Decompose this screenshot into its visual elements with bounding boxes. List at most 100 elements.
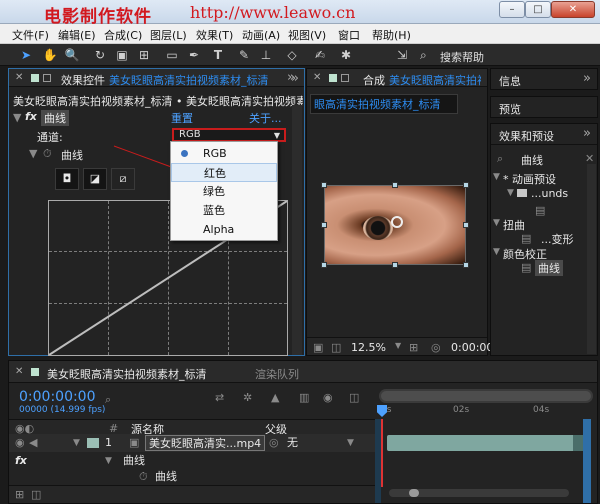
property-row-label[interactable]: 曲线 xyxy=(155,468,177,486)
close-tab-icon[interactable]: ✕ xyxy=(15,72,23,83)
timeline-search-icon[interactable]: ⌕ xyxy=(105,393,111,407)
panel-scrollbar[interactable] xyxy=(587,164,596,354)
rectangle-tool-icon[interactable]: ▭ xyxy=(164,47,180,63)
fx-icon[interactable]: fx xyxy=(25,110,37,123)
menu-file[interactable]: 文件(F) xyxy=(12,27,49,43)
effects-presets-tab[interactable]: 效果和预设 xyxy=(499,128,554,144)
always-preview-icon[interactable]: ▣ xyxy=(313,341,323,354)
roto-brush-tool-icon[interactable]: ✍ xyxy=(312,47,328,63)
tree-item-transform[interactable]: ...变形 xyxy=(541,231,574,247)
zoom-slider-thumb[interactable] xyxy=(409,489,419,497)
transform-handle[interactable] xyxy=(321,222,327,228)
workspace-menu-icon[interactable]: ⇲ xyxy=(394,47,410,63)
zoom-level[interactable]: 12.5% xyxy=(351,341,386,354)
eraser-tool-icon[interactable]: ◇ xyxy=(284,47,300,63)
menu-view[interactable]: 视图(V) xyxy=(288,27,326,43)
transform-handle[interactable] xyxy=(463,222,469,228)
expand-arrow-icon[interactable]: ▼ xyxy=(493,247,500,257)
text-tool-icon[interactable]: T xyxy=(210,47,226,63)
about-link[interactable]: 关于... xyxy=(249,110,282,126)
layer-name[interactable]: 美女眨眼高清实...mp4 xyxy=(145,435,266,451)
option-blue[interactable]: 蓝色 xyxy=(171,201,277,220)
motion-blur-icon[interactable]: ◉ xyxy=(323,391,333,404)
transform-handle[interactable] xyxy=(321,262,327,268)
curve-pencil-mode-button[interactable]: ◪ xyxy=(83,168,107,190)
anchor-point-icon[interactable] xyxy=(391,216,403,228)
layer-duration-bar[interactable] xyxy=(387,435,575,451)
expand-arrow-icon[interactable]: ▼ xyxy=(507,188,514,198)
render-queue-tab[interactable]: 渲染队列 xyxy=(255,366,299,382)
effects-search-input[interactable]: 曲线 xyxy=(521,152,543,168)
transform-handle[interactable] xyxy=(463,182,469,188)
mask-icon[interactable]: ◎ xyxy=(431,341,441,354)
composition-tab[interactable]: 合成 xyxy=(363,72,385,88)
menu-layer[interactable]: 图层(L) xyxy=(150,27,187,43)
transform-handle[interactable] xyxy=(463,262,469,268)
zoom-dropdown-icon[interactable]: ▼ xyxy=(395,341,401,350)
effect-controls-source[interactable]: 美女眨眼高清实拍视频素材_标清 xyxy=(109,72,279,88)
tree-item-curves[interactable]: 曲线 xyxy=(535,260,563,276)
lock-icon[interactable] xyxy=(341,74,349,82)
comp-mini-flowchart-icon[interactable]: ⇄ xyxy=(215,391,224,404)
current-time[interactable]: 0:00:00:00 xyxy=(19,389,96,405)
composition-subtab[interactable]: 眼高清实拍视频素材_标清 xyxy=(310,94,458,114)
tree-item-distort[interactable]: 扭曲 xyxy=(503,217,525,233)
puppet-tool-icon[interactable]: ✱ xyxy=(338,47,354,63)
playhead-line[interactable] xyxy=(381,419,383,487)
clone-stamp-tool-icon[interactable]: ⊥ xyxy=(258,47,274,63)
effect-controls-tab[interactable]: 效果控件 xyxy=(61,72,105,88)
toggle-switches-icon[interactable]: ⊞ xyxy=(15,488,24,501)
lock-icon[interactable] xyxy=(43,74,51,82)
option-rgb[interactable]: RGB xyxy=(171,144,277,163)
effect-name[interactable]: 曲线 xyxy=(41,110,69,126)
fx-panel-more-icon[interactable]: » xyxy=(291,71,299,86)
selection-tool-icon[interactable]: ➤ xyxy=(18,47,34,63)
option-red[interactable]: 红色 xyxy=(171,163,277,182)
pickwhip-icon[interactable]: ◎ xyxy=(269,434,279,452)
pen-tool-icon[interactable]: ✒ xyxy=(186,47,202,63)
channel-dropdown[interactable]: RGB ▼ xyxy=(172,128,286,142)
camera-tool-icon[interactable]: ▣ xyxy=(114,47,130,63)
audio-icon[interactable]: ◀ xyxy=(29,434,37,452)
zoom-tool-icon[interactable]: 🔍 xyxy=(64,47,80,63)
shy-layers-icon[interactable]: ▲ xyxy=(271,391,279,404)
menu-edit[interactable]: 编辑(E) xyxy=(58,27,96,43)
video-frame-image[interactable] xyxy=(324,185,466,265)
visibility-eye-icon[interactable]: ◉ xyxy=(15,434,25,452)
panel-more-icon[interactable]: » xyxy=(583,71,591,86)
brush-tool-icon[interactable]: ✎ xyxy=(236,47,252,63)
parent-value[interactable]: 无 xyxy=(287,434,298,452)
hand-tool-icon[interactable]: ✋ xyxy=(42,47,58,63)
option-alpha[interactable]: Alpha xyxy=(171,220,277,239)
close-tab-icon[interactable]: ✕ xyxy=(313,72,321,83)
toggle-modes-icon[interactable]: ◫ xyxy=(31,488,41,501)
parent-dropdown-icon[interactable]: ▼ xyxy=(347,434,354,452)
panel-more-icon[interactable]: » xyxy=(583,126,591,141)
menu-effect[interactable]: 效果(T) xyxy=(196,27,233,43)
timeline-zoom-slider[interactable] xyxy=(389,489,569,497)
layer-row[interactable]: ◉ ◀ ▼ 1 ▣ 美女眨眼高清实...mp4 ◎ 无 ▼ xyxy=(9,434,375,452)
menu-animation[interactable]: 动画(A) xyxy=(242,27,280,43)
expand-arrow-icon[interactable]: ▼ xyxy=(493,172,500,182)
menu-help[interactable]: 帮助(H) xyxy=(372,27,411,43)
tree-item-animation-presets[interactable]: * 动画预设 xyxy=(503,171,556,187)
maximize-button[interactable]: □ xyxy=(525,1,551,18)
time-ruler[interactable]: 0s 02s 04s xyxy=(379,405,593,419)
region-icon[interactable]: ◫ xyxy=(331,341,341,354)
transform-handle[interactable] xyxy=(392,262,398,268)
close-button[interactable]: ✕ xyxy=(551,1,595,18)
layer-expand-icon[interactable]: ▼ xyxy=(73,434,80,452)
label-color-swatch[interactable] xyxy=(87,438,99,448)
transform-handle[interactable] xyxy=(392,182,398,188)
curve-point-mode-button[interactable]: ◘ xyxy=(55,168,79,190)
comp-timecode[interactable]: 0:00:00 xyxy=(451,341,493,354)
frame-blending-icon[interactable]: ▥ xyxy=(299,391,309,404)
option-green[interactable]: 绿色 xyxy=(171,182,277,201)
search-help-label[interactable]: 搜索帮助 xyxy=(440,49,484,65)
menu-composition[interactable]: 合成(C) xyxy=(104,27,142,43)
graph-editor-icon[interactable]: ◫ xyxy=(349,391,359,404)
expand-arrow-icon[interactable]: ▼ xyxy=(493,218,500,228)
expand-arrow-icon[interactable]: ▼ xyxy=(13,111,21,124)
transform-handle[interactable] xyxy=(321,182,327,188)
pan-behind-tool-icon[interactable]: ⊞ xyxy=(136,47,152,63)
